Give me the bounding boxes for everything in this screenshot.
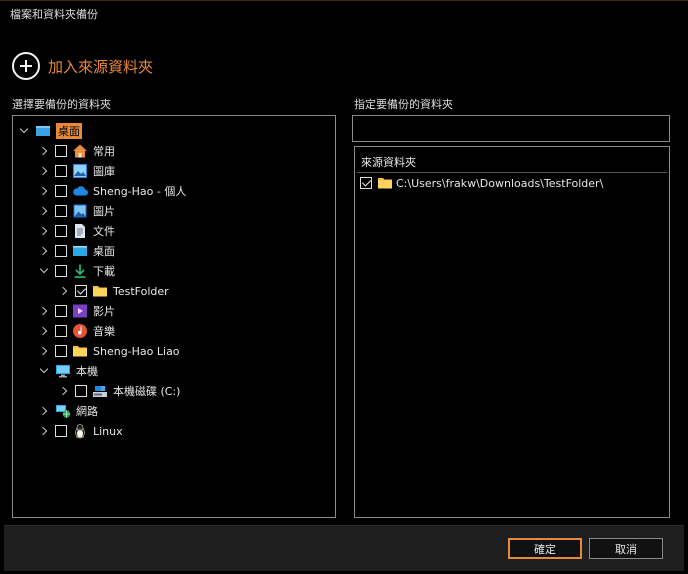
chevron-down-icon[interactable] [39,266,49,276]
tree-item-checkbox[interactable] [55,345,67,357]
folder-tree[interactable]: 桌面 常用 圖庫 Sheng-Hao - 個人 圖片 文件 桌面 下載 TestFolder 影片… [12,115,336,518]
tree-item-label: 圖片 [93,205,115,218]
tree-item-label: Sheng-Hao Liao [93,344,180,358]
tree-item[interactable]: 影片 [39,302,115,320]
tree-item-label: 影片 [93,305,115,318]
chevron-right-icon[interactable] [39,146,49,156]
folder-icon [92,283,108,299]
destination-input[interactable] [352,115,670,142]
tree-item[interactable]: 常用 [39,142,115,160]
tree-item-label: 本機 [76,365,98,378]
window-title: 檔案和資料夾備份 [10,8,98,21]
tree-item-checkbox[interactable] [55,245,67,257]
cancel-button[interactable]: 取消 [589,538,663,559]
videos-icon [72,303,88,319]
linux-penguin-icon [72,423,88,439]
dialog-footer: 確定 取消 [4,525,684,571]
source-list-header: 來源資料夾 [361,156,416,169]
tree-item-label: 常用 [93,145,115,158]
destination-label: 指定要備份的資料夾 [354,98,453,111]
tree-item-checkbox[interactable] [55,145,67,157]
tree-item[interactable]: Sheng-Hao Liao [39,342,180,360]
backup-dialog: 檔案和資料夾備份 加入來源資料夾 選擇要備份的資料夾 指定要備份的資料夾 桌面常… [0,0,688,574]
tree-item[interactable]: 圖片 [39,202,115,220]
tree-item-checkbox[interactable] [75,285,87,297]
chevron-right-icon[interactable] [39,406,49,416]
add-source-folder-button[interactable]: 加入來源資料夾 [12,52,153,80]
computer-icon [55,363,71,379]
source-folder-list[interactable]: 來源資料夾 C:\Users\frakw\Downloads\TestFolde… [354,146,670,518]
tree-item[interactable]: 桌面 [39,242,115,260]
tree-item-checkbox[interactable] [55,205,67,217]
chevron-right-icon[interactable] [59,386,69,396]
tree-item-label: Sheng-Hao - 個人 [93,185,187,198]
pictures-icon [72,203,88,219]
tree-item-checkbox[interactable] [55,325,67,337]
tree-item-label: 文件 [93,225,115,238]
drive-icon [92,383,108,399]
gallery-icon [72,163,88,179]
source-list-divider [357,172,667,173]
tree-item-label: 桌面 [93,245,115,258]
desktop-folder-icon [35,123,51,139]
folder-icon [377,175,393,191]
tree-item[interactable]: TestFolder [59,282,169,300]
add-circle-icon[interactable] [12,52,40,80]
tree-item[interactable]: 音樂 [39,322,115,340]
documents-icon [72,223,88,239]
add-source-folder-label[interactable]: 加入來源資料夾 [48,56,153,77]
tree-item[interactable]: 網路 [39,402,98,420]
ok-button[interactable]: 確定 [508,538,582,559]
tree-item[interactable]: 本機 [39,362,98,380]
tree-item[interactable]: 文件 [39,222,115,240]
source-list-item[interactable]: C:\Users\frakw\Downloads\TestFolder\ [360,175,603,191]
chevron-down-icon[interactable] [19,126,29,136]
select-folders-label: 選擇要備份的資料夾 [12,98,111,111]
chevron-right-icon[interactable] [39,186,49,196]
source-item-path: C:\Users\frakw\Downloads\TestFolder\ [396,176,604,190]
tree-item-label: 桌面 [56,123,82,139]
network-icon [55,403,71,419]
chevron-right-icon[interactable] [39,306,49,316]
chevron-right-icon[interactable] [39,166,49,176]
tree-item-label: 本機磁碟 (C:) [113,385,181,398]
tree-item-checkbox[interactable] [55,305,67,317]
chevron-right-icon[interactable] [39,426,49,436]
chevron-right-icon[interactable] [39,206,49,216]
tree-item-label: Linux [93,424,123,438]
desktop-icon [72,243,88,259]
tree-item[interactable]: 下載 [39,262,115,280]
folder-icon [72,343,88,359]
tree-item-checkbox[interactable] [55,185,67,197]
tree-item-label: 下載 [93,265,115,278]
tree-item-checkbox[interactable] [55,265,67,277]
chevron-right-icon[interactable] [59,286,69,296]
chevron-right-icon[interactable] [39,326,49,336]
onedrive-cloud-icon [72,183,88,199]
tree-item-checkbox[interactable] [55,425,67,437]
tree-item-label: 網路 [76,405,98,418]
tree-item[interactable]: 本機磁碟 (C:) [59,382,180,400]
chevron-right-icon[interactable] [39,246,49,256]
chevron-right-icon[interactable] [39,226,49,236]
tree-item-label: TestFolder [113,284,169,298]
tree-item-label: 音樂 [93,325,115,338]
tree-item[interactable]: Sheng-Hao - 個人 [39,182,186,200]
chevron-right-icon[interactable] [39,346,49,356]
music-icon [72,323,88,339]
tree-item-label: 圖庫 [93,165,115,178]
download-arrow-icon [72,263,88,279]
tree-item-checkbox[interactable] [55,165,67,177]
home-icon [72,143,88,159]
tree-item-checkbox[interactable] [75,385,87,397]
chevron-down-icon[interactable] [39,366,49,376]
tree-item-checkbox[interactable] [55,225,67,237]
tree-item[interactable]: 桌面 [19,122,82,140]
tree-item[interactable]: 圖庫 [39,162,115,180]
tree-item[interactable]: Linux [39,422,123,440]
source-item-checkbox[interactable] [360,177,372,189]
